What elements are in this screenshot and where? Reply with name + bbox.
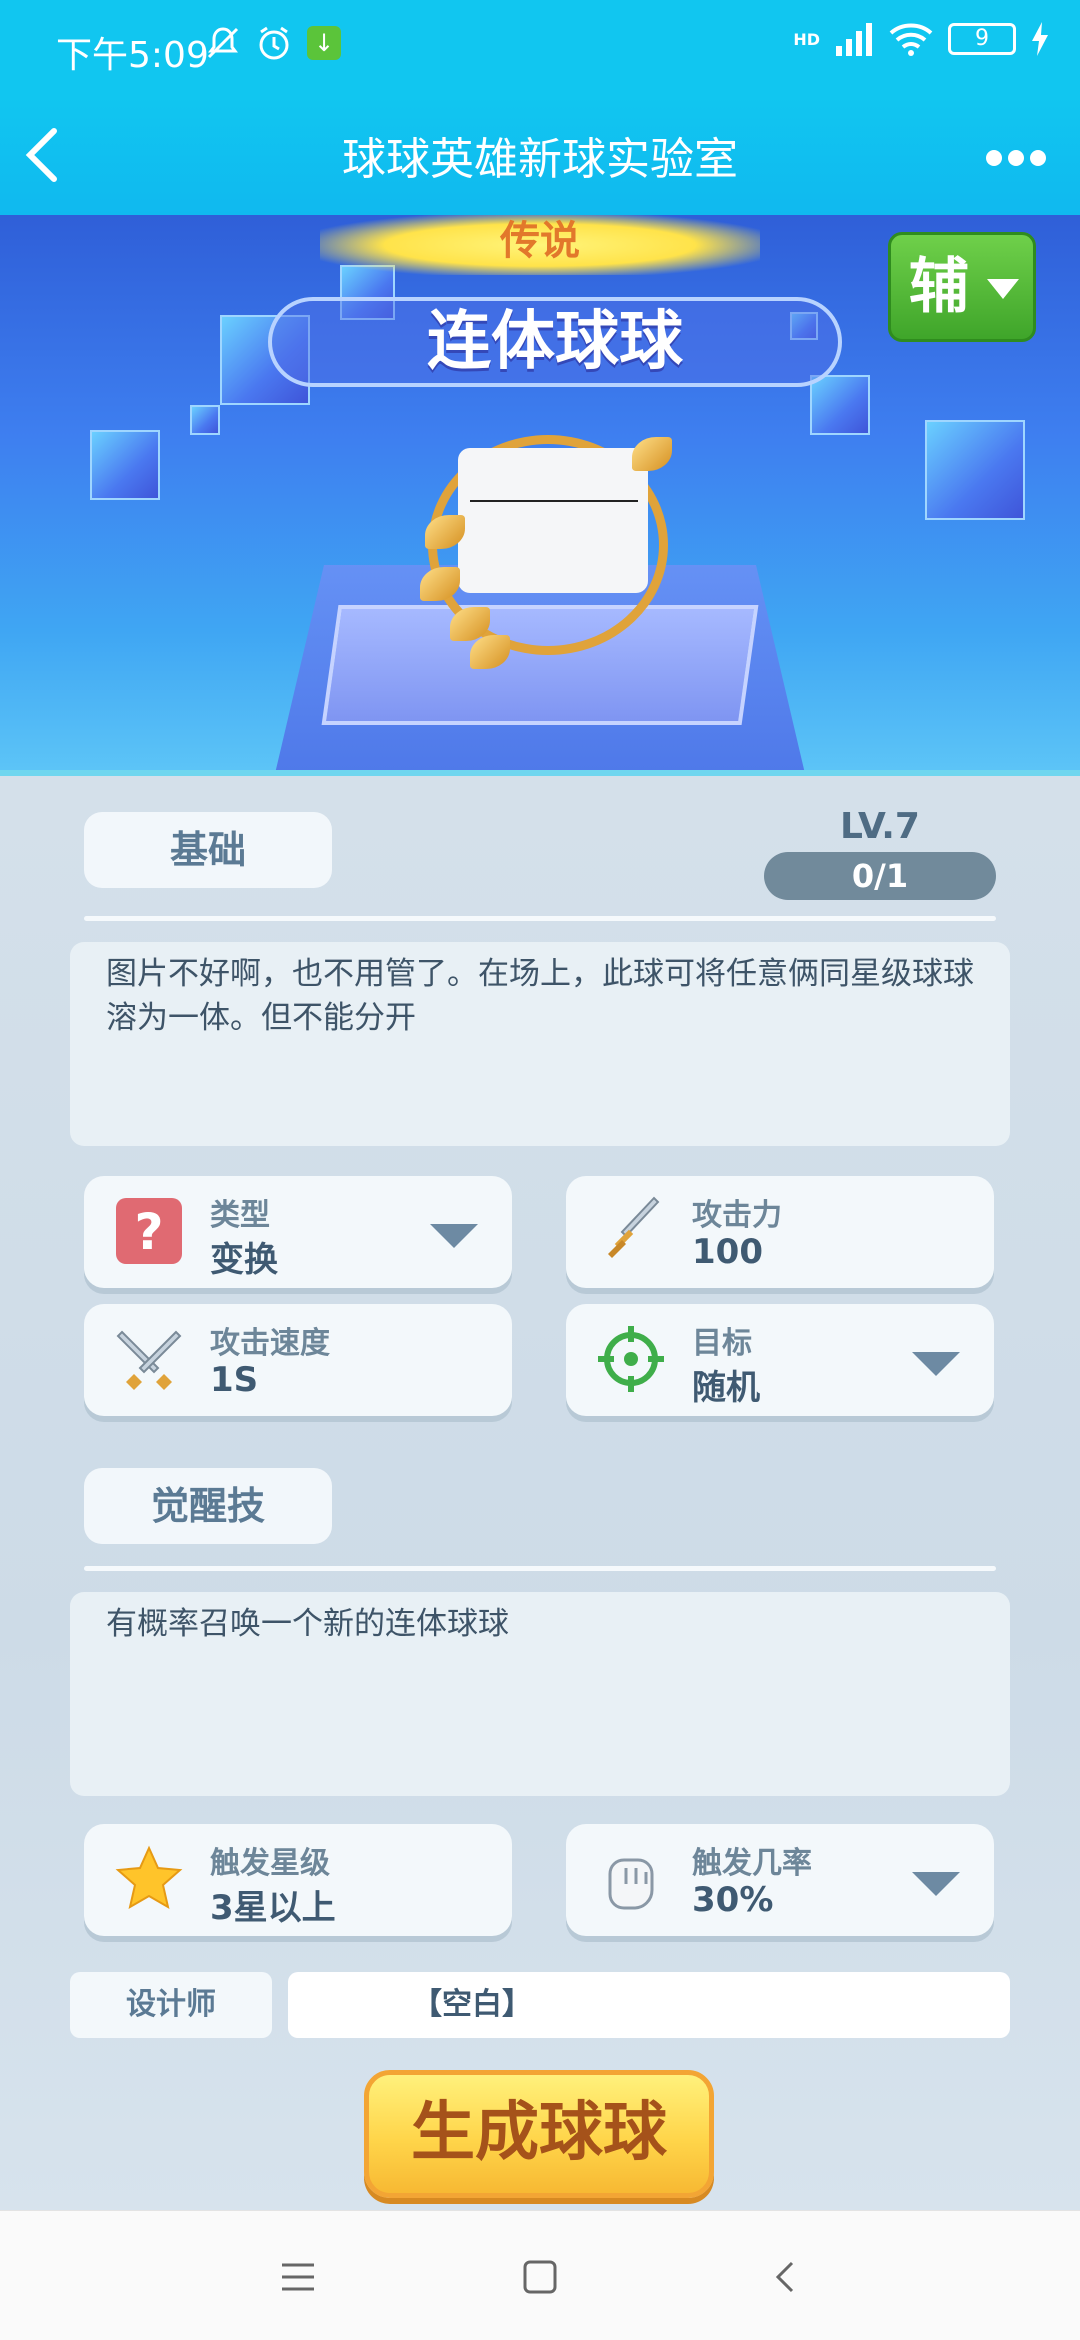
trigger-star-value: 3星以上 bbox=[210, 1888, 336, 1928]
decor-cube bbox=[90, 430, 160, 500]
more-button[interactable] bbox=[976, 121, 1056, 181]
stat-target-value: 随机 bbox=[692, 1368, 760, 1408]
stat-attack[interactable]: 攻击力 100 bbox=[566, 1176, 994, 1288]
wifi-icon bbox=[889, 23, 933, 56]
hero-banner: 传说 连体球球 辅 bbox=[0, 215, 1080, 770]
chevron-down-icon bbox=[987, 279, 1019, 299]
decor-cube bbox=[190, 405, 220, 435]
decor-cube bbox=[925, 420, 1025, 520]
page-title: 球球英雄新球实验室 bbox=[342, 134, 738, 185]
trigger-star-label: 触发星级 bbox=[210, 1846, 330, 1881]
mute-icon bbox=[207, 27, 239, 59]
status-icons-left: ↓ bbox=[205, 24, 341, 62]
stat-trigger-star[interactable]: 触发星级 3星以上 bbox=[84, 1824, 512, 1936]
chevron-down-icon[interactable] bbox=[912, 1352, 960, 1376]
designer-label: 设计师 bbox=[70, 1972, 272, 2038]
trigger-rate-value: 30% bbox=[692, 1880, 774, 1920]
network-label: HD bbox=[793, 29, 820, 49]
rarity-banner: 传说 bbox=[320, 215, 760, 275]
designer-input[interactable]: 【空白】 bbox=[288, 1972, 1010, 2038]
sword-icon bbox=[608, 1196, 660, 1258]
menu-button[interactable] bbox=[268, 2247, 328, 2307]
decor-cube bbox=[810, 375, 870, 435]
divider bbox=[84, 1566, 996, 1571]
stat-target[interactable]: 目标 随机 bbox=[566, 1304, 994, 1416]
menu-icon bbox=[282, 2263, 314, 2291]
home-button[interactable] bbox=[510, 2247, 570, 2307]
download-icon: ↓ bbox=[307, 26, 341, 60]
hand-icon bbox=[608, 1858, 654, 1910]
stat-speed[interactable]: 攻击速度 1S bbox=[84, 1304, 512, 1416]
frame-claw bbox=[632, 437, 672, 471]
stat-target-label: 目标 bbox=[692, 1326, 752, 1361]
ball-image-line bbox=[470, 500, 638, 502]
target-icon bbox=[598, 1326, 664, 1392]
signal-icon bbox=[836, 23, 872, 56]
status-right: HD 9 bbox=[793, 22, 1050, 56]
divider bbox=[84, 916, 996, 921]
level-progress: 0/1 bbox=[764, 852, 996, 900]
question-icon: ? bbox=[116, 1198, 182, 1264]
chevron-down-icon[interactable] bbox=[912, 1872, 960, 1896]
status-bar: 下午5:09 ↓ HD 9 bbox=[0, 0, 1080, 95]
home-square-icon bbox=[523, 2260, 557, 2294]
crossed-swords-icon bbox=[116, 1330, 182, 1390]
stat-attack-label: 攻击力 bbox=[692, 1198, 782, 1233]
back-triangle-icon bbox=[775, 2261, 794, 2293]
role-label: 辅 bbox=[909, 252, 969, 322]
alarm-icon bbox=[259, 26, 289, 60]
stat-type-label: 类型 bbox=[210, 1198, 270, 1233]
ball-image bbox=[458, 448, 648, 593]
svg-text:?: ? bbox=[134, 1203, 163, 1261]
stat-type[interactable]: ? 类型 变换 bbox=[84, 1176, 512, 1288]
stat-speed-value: 1S bbox=[210, 1360, 259, 1400]
tab-awaken[interactable]: 觉醒技 bbox=[84, 1468, 332, 1544]
trigger-rate-label: 触发几率 bbox=[692, 1846, 812, 1881]
chevron-down-icon[interactable] bbox=[430, 1224, 478, 1248]
system-nav-bar bbox=[0, 2210, 1080, 2340]
rarity-label: 传说 bbox=[500, 218, 580, 264]
generate-ball-button[interactable]: 生成球球 bbox=[364, 2070, 714, 2198]
stat-attack-value: 100 bbox=[692, 1232, 763, 1272]
level-label: LV.7 bbox=[840, 806, 920, 847]
status-time: 下午5:09 bbox=[56, 35, 209, 76]
stat-speed-label: 攻击速度 bbox=[210, 1326, 330, 1361]
star-icon bbox=[115, 1845, 183, 1910]
ball-name: 连体球球 bbox=[268, 297, 842, 387]
tab-basic[interactable]: 基础 bbox=[84, 812, 332, 888]
basic-description[interactable]: 图片不好啊，也不用管了。在场上，此球可将任意俩同星级球球溶为一体。但不能分开 bbox=[70, 942, 1010, 1146]
stat-trigger-rate[interactable]: 触发几率 30% bbox=[566, 1824, 994, 1936]
more-dots-icon bbox=[986, 150, 1046, 166]
battery-indicator: 9 bbox=[948, 23, 1016, 55]
role-dropdown[interactable]: 辅 bbox=[888, 232, 1036, 342]
charging-icon bbox=[1032, 22, 1048, 56]
awaken-description[interactable]: 有概率召唤一个新的连体球球 bbox=[70, 1592, 1010, 1796]
nav-bar: 球球英雄新球实验室 bbox=[0, 95, 1080, 215]
stat-type-value: 变换 bbox=[210, 1240, 278, 1280]
system-back-button[interactable] bbox=[756, 2247, 816, 2307]
